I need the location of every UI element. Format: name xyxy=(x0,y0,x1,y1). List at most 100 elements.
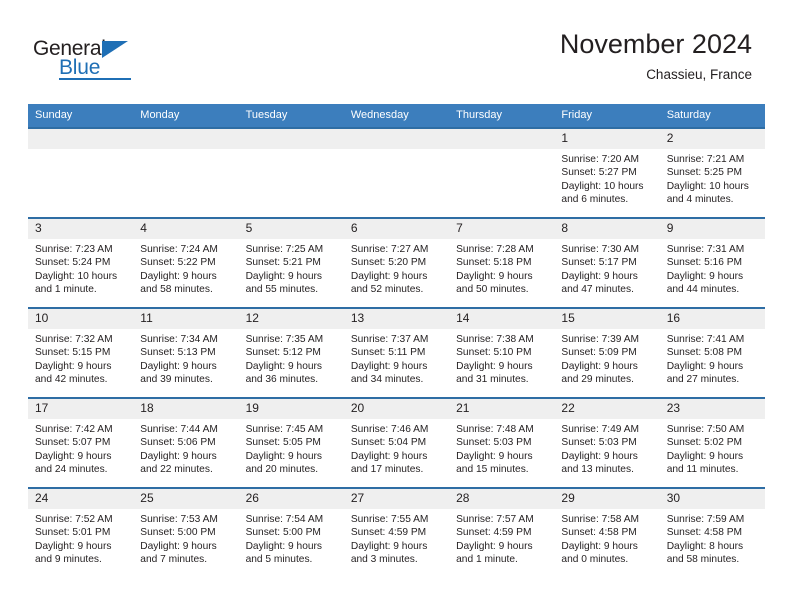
weekday-header-saturday: Saturday xyxy=(659,104,765,128)
day-number xyxy=(343,129,450,149)
calendar-day-cell[interactable]: 12 Sunrise: 7:35 AM Sunset: 5:12 PM Dayligh… xyxy=(238,307,344,398)
calendar-day-cell[interactable]: 17 Sunrise: 7:42 AM Sunset: 5:07 PM Dayligh… xyxy=(28,397,134,488)
day-number: 27 xyxy=(343,489,450,509)
day-sun-info: Sunrise: 7:35 AM Sunset: 5:12 PM Daylight:… xyxy=(239,329,344,387)
daylight-text-line2: and 3 minutes. xyxy=(350,554,418,566)
sunset-text: Sunset: 5:04 PM xyxy=(350,437,427,449)
daylight-text-line1: Daylight: 10 hours xyxy=(666,180,749,192)
day-sun-info: Sunrise: 7:21 AM Sunset: 5:25 PM Daylight:… xyxy=(660,149,765,207)
sunrise-text: Sunrise: 7:34 AM xyxy=(140,334,218,345)
day-sun-info: Sunrise: 7:44 AM Sunset: 5:06 PM Daylight:… xyxy=(133,419,238,477)
day-number: 1 xyxy=(554,129,660,149)
daylight-text-line1: Daylight: 9 hours xyxy=(245,270,323,282)
daylight-text-line2: and 1 minute. xyxy=(456,554,518,566)
sunset-text: Sunset: 5:22 PM xyxy=(140,257,216,269)
calendar-day-cell[interactable]: 16 Sunrise: 7:41 AM Sunset: 5:08 PM Dayligh… xyxy=(659,307,765,398)
calendar-day-cell[interactable]: 2 Sunrise: 7:21 AM Sunset: 5:25 PM Daylight… xyxy=(659,127,765,218)
daylight-text-line1: Daylight: 9 hours xyxy=(245,360,323,372)
sunrise-text: Sunrise: 7:42 AM xyxy=(35,424,113,435)
day-number: 13 xyxy=(343,309,450,329)
sunrise-text: Sunrise: 7:23 AM xyxy=(35,244,113,255)
sunset-text: Sunset: 5:11 PM xyxy=(350,347,426,359)
calendar-day-cell[interactable]: 8 Sunrise: 7:30 AM Sunset: 5:17 PM Daylight… xyxy=(554,217,660,308)
daylight-text-line2: and 5 minutes. xyxy=(245,554,313,566)
day-number xyxy=(28,129,134,149)
daylight-text-line1: Daylight: 9 hours xyxy=(561,540,638,552)
day-sun-info: Sunrise: 7:46 AM Sunset: 5:04 PM Daylight:… xyxy=(344,419,449,477)
calendar-day-cell[interactable]: 11 Sunrise: 7:34 AM Sunset: 5:13 PM Dayligh… xyxy=(133,307,239,398)
calendar-day-cell[interactable]: 26 Sunrise: 7:54 AM Sunset: 5:00 PM Dayligh… xyxy=(238,487,344,577)
calendar-day-cell[interactable]: 29 Sunrise: 7:58 AM Sunset: 4:58 PM Dayligh… xyxy=(554,487,660,577)
daylight-text-line1: Daylight: 9 hours xyxy=(35,540,112,552)
calendar-day-cell[interactable]: 5 Sunrise: 7:25 AM Sunset: 5:21 PM Daylight… xyxy=(238,217,344,308)
day-number: 4 xyxy=(133,219,239,239)
calendar-day-cell[interactable]: 28 Sunrise: 7:57 AM Sunset: 4:59 PM Dayligh… xyxy=(449,487,555,577)
sunrise-text: Sunrise: 7:46 AM xyxy=(350,424,429,435)
page-title: November 2024 xyxy=(559,29,752,59)
calendar-day-cell[interactable]: 1 Sunrise: 7:20 AM Sunset: 5:27 PM Daylight… xyxy=(554,127,660,218)
calendar-day-cell[interactable]: 27 Sunrise: 7:55 AM Sunset: 4:59 PM Dayligh… xyxy=(343,487,450,577)
sunset-text: Sunset: 5:25 PM xyxy=(666,167,743,179)
sunrise-text: Sunrise: 7:41 AM xyxy=(666,334,745,345)
calendar-day-cell[interactable]: 19 Sunrise: 7:45 AM Sunset: 5:05 PM Dayligh… xyxy=(238,397,344,488)
calendar-week-row: 10 Sunrise: 7:32 AM Sunset: 5:15 PM Dayligh… xyxy=(28,307,765,398)
calendar-day-cell[interactable]: 30 Sunrise: 7:59 AM Sunset: 4:58 PM Dayligh… xyxy=(659,487,765,577)
sunrise-text: Sunrise: 7:30 AM xyxy=(561,244,639,255)
weekday-header-monday: Monday xyxy=(133,104,239,128)
sunrise-text: Sunrise: 7:48 AM xyxy=(456,424,534,435)
logo-underline-bar xyxy=(59,78,131,80)
day-number: 6 xyxy=(343,219,450,239)
daylight-text-line1: Daylight: 9 hours xyxy=(666,360,744,372)
day-sun-info: Sunrise: 7:38 AM Sunset: 5:10 PM Daylight:… xyxy=(449,329,554,387)
general-blue-logo[interactable]: General Blue xyxy=(33,36,183,86)
calendar-week-row: 1 Sunrise: 7:20 AM Sunset: 5:27 PM Daylight… xyxy=(28,127,765,218)
calendar-day-cell-empty xyxy=(343,127,450,218)
page-subtitle-location: Chassieu, France xyxy=(646,67,752,82)
calendar-day-cell[interactable]: 15 Sunrise: 7:39 AM Sunset: 5:09 PM Dayligh… xyxy=(554,307,660,398)
daylight-text-line2: and 34 minutes. xyxy=(350,374,424,386)
day-number xyxy=(449,129,555,149)
daylight-text-line2: and 7 minutes. xyxy=(140,554,208,566)
daylight-text-line1: Daylight: 9 hours xyxy=(35,360,112,372)
sunrise-text: Sunrise: 7:32 AM xyxy=(35,334,113,345)
sunset-text: Sunset: 5:12 PM xyxy=(245,347,321,359)
calendar-day-cell[interactable]: 9 Sunrise: 7:31 AM Sunset: 5:16 PM Daylight… xyxy=(659,217,765,308)
calendar-day-cell[interactable]: 21 Sunrise: 7:48 AM Sunset: 5:03 PM Dayligh… xyxy=(449,397,555,488)
daylight-text-line2: and 17 minutes. xyxy=(350,464,424,476)
daylight-text-line1: Daylight: 9 hours xyxy=(245,450,323,462)
calendar-day-cell[interactable]: 14 Sunrise: 7:38 AM Sunset: 5:10 PM Dayligh… xyxy=(449,307,555,398)
calendar-day-cell[interactable]: 24 Sunrise: 7:52 AM Sunset: 5:01 PM Dayligh… xyxy=(28,487,134,577)
calendar-day-cell[interactable]: 18 Sunrise: 7:44 AM Sunset: 5:06 PM Dayligh… xyxy=(133,397,239,488)
calendar-day-cell-empty xyxy=(28,127,134,218)
calendar-day-cell[interactable]: 20 Sunrise: 7:46 AM Sunset: 5:04 PM Dayligh… xyxy=(343,397,450,488)
day-sun-info: Sunrise: 7:42 AM Sunset: 5:07 PM Daylight:… xyxy=(28,419,133,477)
weekday-header-friday: Friday xyxy=(554,104,660,128)
day-sun-info: Sunrise: 7:32 AM Sunset: 5:15 PM Daylight:… xyxy=(28,329,133,387)
calendar-week-row: 24 Sunrise: 7:52 AM Sunset: 5:01 PM Dayligh… xyxy=(28,487,765,577)
calendar-day-cell[interactable]: 4 Sunrise: 7:24 AM Sunset: 5:22 PM Daylight… xyxy=(133,217,239,308)
day-sun-info: Sunrise: 7:48 AM Sunset: 5:03 PM Daylight:… xyxy=(449,419,554,477)
day-number: 26 xyxy=(238,489,344,509)
daylight-text-line2: and 42 minutes. xyxy=(35,374,108,386)
calendar-day-cell[interactable]: 22 Sunrise: 7:49 AM Sunset: 5:03 PM Dayligh… xyxy=(554,397,660,488)
calendar-week-row: 17 Sunrise: 7:42 AM Sunset: 5:07 PM Dayligh… xyxy=(28,397,765,488)
calendar-day-cell[interactable]: 10 Sunrise: 7:32 AM Sunset: 5:15 PM Dayligh… xyxy=(28,307,134,398)
calendar-day-cell[interactable]: 7 Sunrise: 7:28 AM Sunset: 5:18 PM Daylight… xyxy=(449,217,555,308)
sunset-text: Sunset: 4:59 PM xyxy=(456,527,532,539)
calendar-day-cell[interactable]: 3 Sunrise: 7:23 AM Sunset: 5:24 PM Daylight… xyxy=(28,217,134,308)
daylight-text-line2: and 27 minutes. xyxy=(666,374,740,386)
daylight-text-line1: Daylight: 9 hours xyxy=(350,270,428,282)
calendar-body: 1 Sunrise: 7:20 AM Sunset: 5:27 PM Daylight… xyxy=(28,127,765,577)
day-sun-info: Sunrise: 7:31 AM Sunset: 5:16 PM Daylight:… xyxy=(660,239,765,297)
day-sun-info: Sunrise: 7:58 AM Sunset: 4:58 PM Daylight:… xyxy=(554,509,659,567)
sunrise-text: Sunrise: 7:31 AM xyxy=(666,244,745,255)
calendar-day-cell[interactable]: 6 Sunrise: 7:27 AM Sunset: 5:20 PM Daylight… xyxy=(343,217,450,308)
calendar-week-row: 3 Sunrise: 7:23 AM Sunset: 5:24 PM Daylight… xyxy=(28,217,765,308)
calendar-day-cell[interactable]: 25 Sunrise: 7:53 AM Sunset: 5:00 PM Dayligh… xyxy=(133,487,239,577)
day-number: 9 xyxy=(659,219,765,239)
daylight-text-line1: Daylight: 8 hours xyxy=(666,540,744,552)
calendar-day-cell[interactable]: 13 Sunrise: 7:37 AM Sunset: 5:11 PM Dayligh… xyxy=(343,307,450,398)
sunset-text: Sunset: 5:21 PM xyxy=(245,257,321,269)
calendar-header-row: Sunday Monday Tuesday Wednesday Thursday… xyxy=(28,104,765,128)
calendar-day-cell[interactable]: 23 Sunrise: 7:50 AM Sunset: 5:02 PM Dayligh… xyxy=(659,397,765,488)
